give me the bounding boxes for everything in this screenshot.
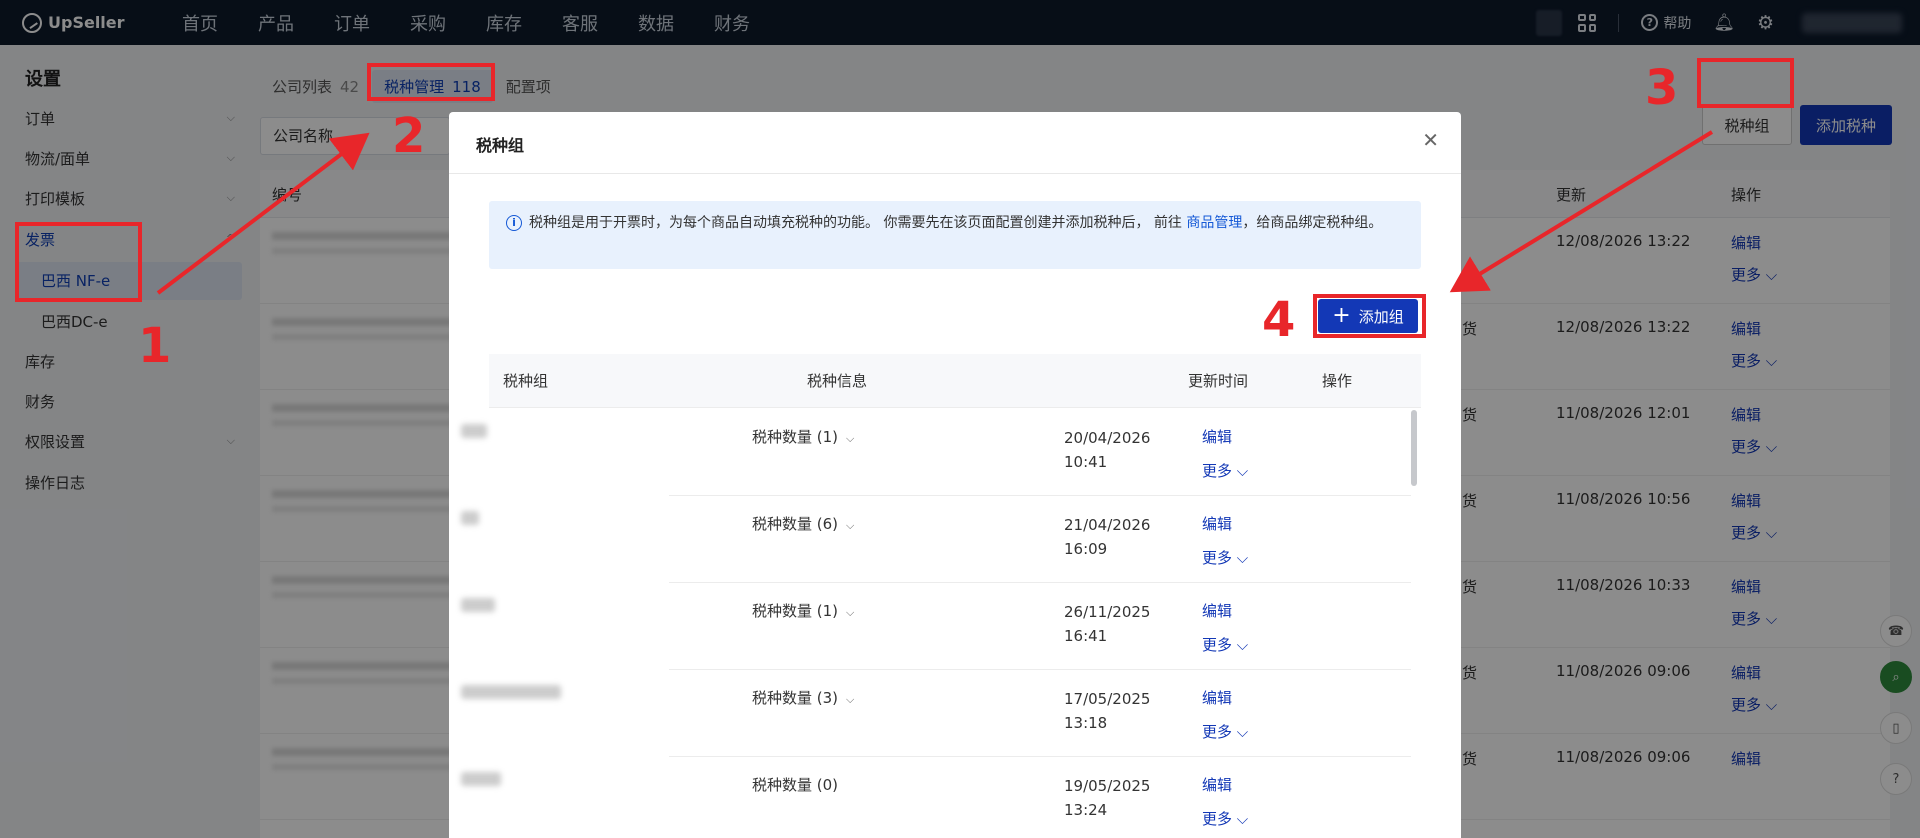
time: 16:09 [1064,540,1108,558]
blurred-group-name [461,511,479,525]
tax-count: 税种数量 (1) [752,428,839,446]
blurred-group-name [461,598,495,612]
blurred-group-name [461,424,487,438]
info-banner: i 税种组是用于开票时，为每个商品自动填充税种的功能。 你需要先在该页面配置创建… [489,201,1421,269]
modal-title: 税种组 [476,136,525,155]
info-tail: ，给商品绑定税种组。 [1242,215,1383,231]
edit-link[interactable]: 编辑 [1202,600,1232,621]
edit-link[interactable]: 编辑 [1202,426,1232,447]
tax-count: 税种数量 (3) [752,689,839,707]
date: 26/11/2025 [1064,603,1151,621]
info-icon: i [506,215,522,231]
more-label: 更多 [1202,810,1233,828]
col-header-group: 税种组 [503,372,549,390]
annotation-number-4: 4 [1262,292,1296,348]
tax-count-toggle[interactable]: 税种数量 (3) ⌵ [752,687,854,708]
time: 13:24 [1064,801,1108,819]
date: 21/04/2026 [1064,516,1151,534]
annotation-box-4 [1313,294,1426,338]
annotation-number-1: 1 [138,318,172,374]
blurred-group-name [461,772,501,786]
annotation-number-2: 2 [392,108,426,164]
update-time: 17/05/2025 13:18 [1064,687,1150,735]
update-time: 19/05/2025 13:24 [1064,774,1150,822]
chevron-down-icon: ⌵ [846,432,855,445]
annotation-box-1 [15,222,142,302]
blurred-group-name [461,685,561,699]
group-table-header: 税种组 税种信息 更新时间 操作 [489,354,1421,408]
tax-count: 税种数量 (1) [752,602,839,620]
annotation-box-3 [1697,58,1794,108]
update-time: 26/11/2025 16:41 [1064,600,1150,648]
table-row: 税种数量 (1) ⌵ 20/04/2026 10:41 编辑 更多 ⌵ [461,410,1411,496]
update-time: 21/04/2026 16:09 [1064,513,1150,561]
chevron-down-icon: ⌵ [846,606,855,619]
edit-link[interactable]: 编辑 [1202,774,1232,795]
tax-count-toggle[interactable]: 税种数量 (1) ⌵ [752,426,854,447]
date: 17/05/2025 [1064,690,1151,708]
table-row: 税种数量 (1) ⌵ 26/11/2025 16:41 编辑 更多 ⌵ [461,584,1411,670]
col-header-info: 税种信息 [807,372,868,390]
more-dropdown[interactable]: 更多 ⌵ [1202,547,1248,568]
modal-divider [449,173,1461,174]
col-header-ops: 操作 [1322,372,1353,390]
annotation-number-3: 3 [1645,60,1679,116]
more-dropdown[interactable]: 更多 ⌵ [1202,808,1248,829]
time: 10:41 [1064,453,1108,471]
time: 13:18 [1064,714,1108,732]
more-label: 更多 [1202,636,1233,654]
date: 20/04/2026 [1064,429,1151,447]
product-management-link[interactable]: 商品管理 [1186,215,1242,231]
more-dropdown[interactable]: 更多 ⌵ [1202,634,1248,655]
tax-count-toggle[interactable]: 税种数量 (6) ⌵ [752,513,854,534]
table-row: 税种数量 (3) ⌵ 17/05/2025 13:18 编辑 更多 ⌵ [461,671,1411,757]
edit-link[interactable]: 编辑 [1202,513,1232,534]
table-row: 税种数量 (6) ⌵ 21/04/2026 16:09 编辑 更多 ⌵ [461,497,1411,583]
annotation-box-2 [367,63,495,101]
more-label: 更多 [1202,723,1233,741]
date: 19/05/2025 [1064,777,1151,795]
more-dropdown[interactable]: 更多 ⌵ [1202,460,1248,481]
tax-count: 税种数量 (6) [752,515,839,533]
table-row: 税种数量 (0) 19/05/2025 13:24 编辑 更多 ⌵ [461,758,1411,838]
close-icon[interactable]: ✕ [1422,130,1439,150]
info-text: 税种组是用于开票时，为每个商品自动填充税种的功能。 你需要先在该页面配置创建并添… [529,215,1187,231]
more-dropdown[interactable]: 更多 ⌵ [1202,721,1248,742]
tax-count-toggle[interactable]: 税种数量 (1) ⌵ [752,600,854,621]
chevron-down-icon: ⌵ [846,693,855,706]
col-header-time: 更新时间 [1188,372,1249,390]
edit-link[interactable]: 编辑 [1202,687,1232,708]
update-time: 20/04/2026 10:41 [1064,426,1150,474]
tax-group-modal: 税种组 ✕ i 税种组是用于开票时，为每个商品自动填充税种的功能。 你需要先在该… [449,112,1461,838]
time: 16:41 [1064,627,1108,645]
chevron-down-icon: ⌵ [846,519,855,532]
more-label: 更多 [1202,462,1233,480]
tax-count: 税种数量 (0) [752,776,839,794]
modal-scrollbar[interactable] [1411,410,1417,486]
more-label: 更多 [1202,549,1233,567]
